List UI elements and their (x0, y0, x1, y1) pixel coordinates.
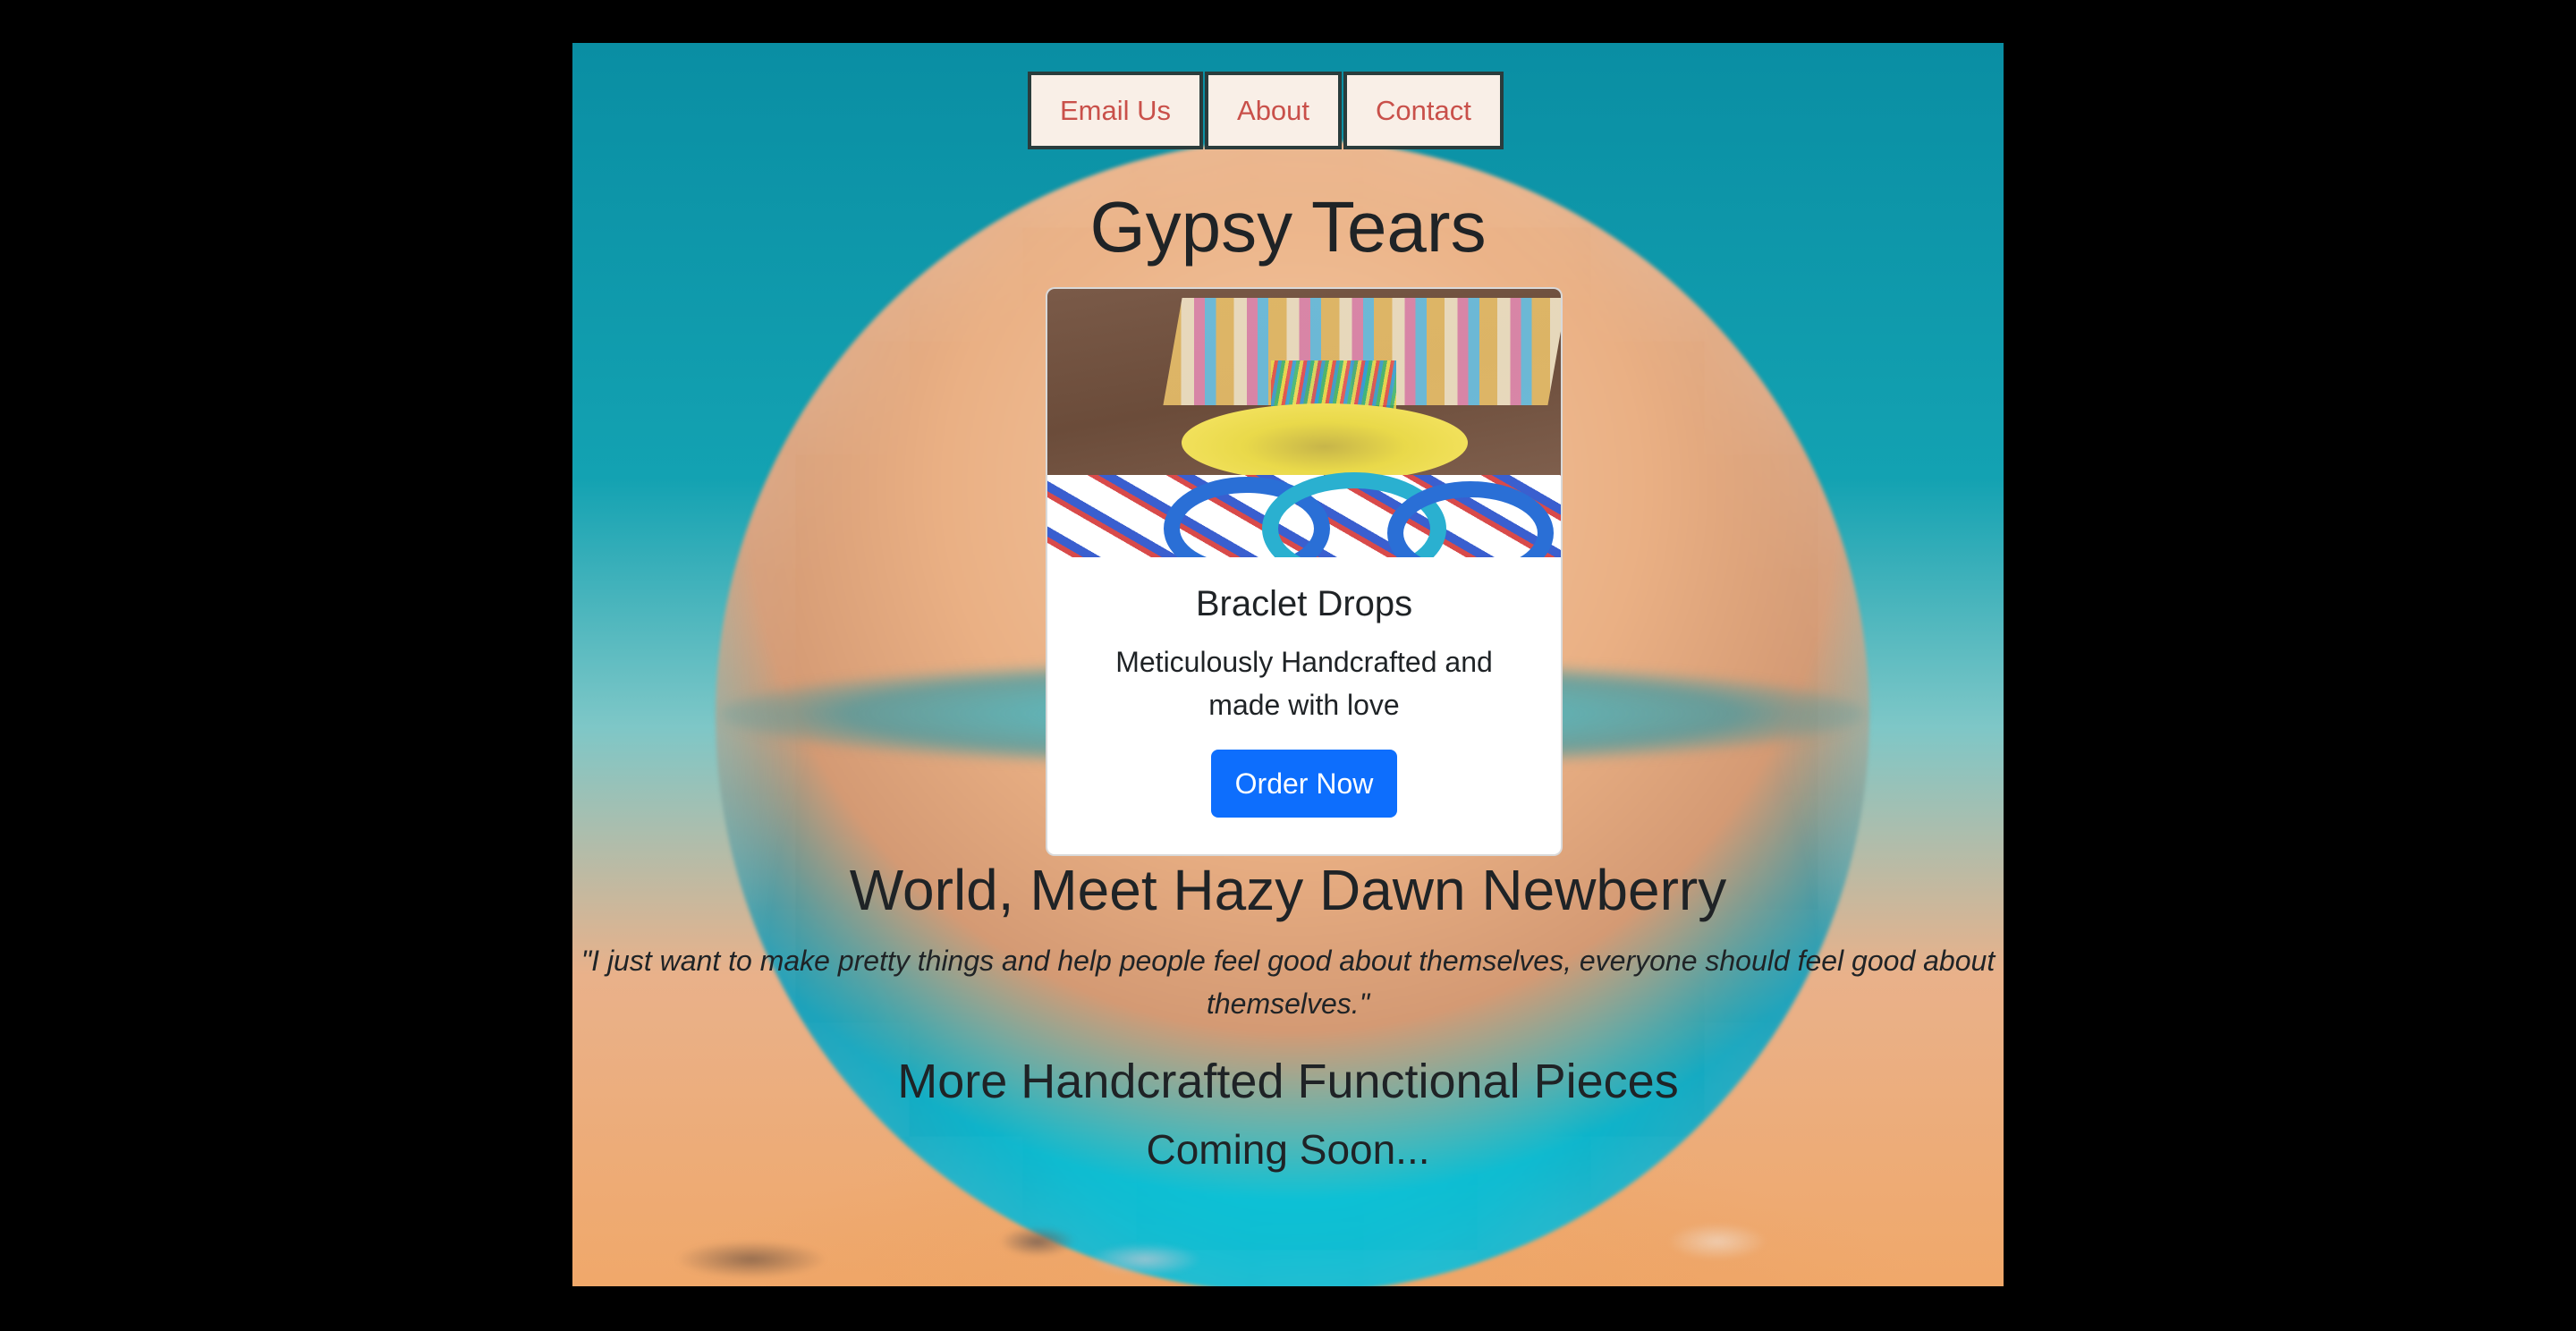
site-title: Gypsy Tears (1089, 187, 1487, 267)
more-pieces-heading: More Handcrafted Functional Pieces (897, 1055, 1679, 1108)
product-card: Braclet Drops Meticulously Handcrafted a… (1046, 287, 1563, 856)
product-title: Braclet Drops (1195, 584, 1413, 623)
intro-quote: "I just want to make pretty things and h… (580, 945, 1996, 1020)
coming-soon-text: Coming Soon... (1146, 1126, 1430, 1173)
top-nav: Email Us About Contact (1028, 72, 1504, 149)
yellow-scrunchie (1182, 403, 1468, 482)
intro-heading: World, Meet Hazy Dawn Newberry (849, 858, 1727, 922)
pebbles-foreground (572, 1161, 2004, 1286)
product-image (1047, 289, 1561, 557)
page-container: Email Us About Contact Gypsy Tears Bracl… (572, 43, 2004, 1286)
order-now-button[interactable]: Order Now (1211, 750, 1397, 818)
nav-email-us-button[interactable]: Email Us (1028, 72, 1204, 149)
nav-contact-button[interactable]: Contact (1343, 72, 1504, 149)
product-description: Meticulously Handcrafted and made with l… (1115, 646, 1493, 721)
nav-about-button[interactable]: About (1205, 72, 1343, 149)
